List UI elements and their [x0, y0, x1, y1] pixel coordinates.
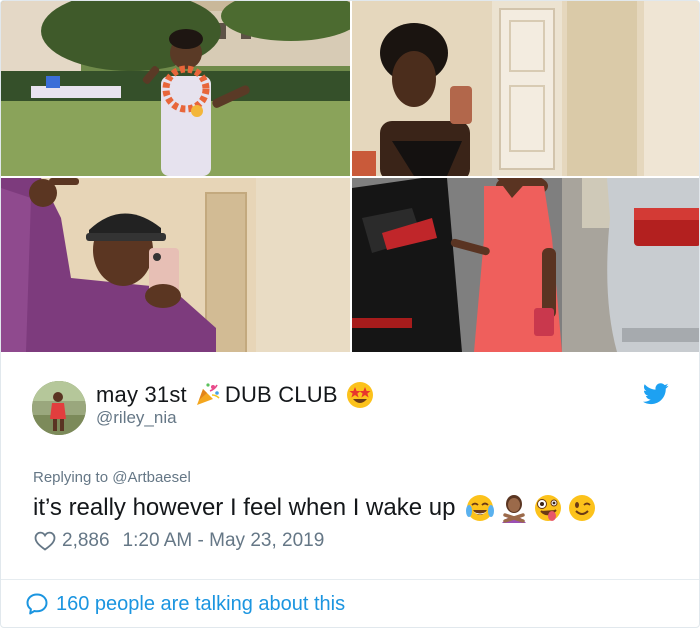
tweet-emoji-group [465, 493, 597, 523]
tweet-card: may 31st DUB CLUB @riley_nia Replying to… [0, 0, 700, 628]
like-count[interactable]: 2,886 [62, 530, 110, 552]
twitter-bird-icon[interactable] [643, 383, 669, 405]
display-name-part1: may 31st [96, 382, 187, 407]
photo-red-dress-cars[interactable] [352, 178, 699, 352]
photo-mirror-selfie-afro[interactable] [352, 1, 699, 176]
reply-mention-link[interactable]: @Artbaesel [112, 469, 191, 486]
tweet-text-content: it’s really however I feel when I wake u… [33, 494, 456, 521]
display-name-part2: DUB CLUB [224, 382, 338, 407]
zany-face-icon [533, 493, 563, 523]
tweet-meta: 2,886 1:20 AM - May 23, 2019 [34, 529, 324, 553]
star-struck-icon [346, 381, 374, 409]
display-name-row[interactable]: may 31st DUB CLUB [96, 380, 374, 410]
conversation-link[interactable]: 160 people are talking about this [25, 591, 345, 617]
reply-prefix: Replying to [33, 469, 109, 486]
tears-of-joy-icon [465, 493, 495, 523]
speech-bubble-icon [25, 592, 49, 616]
replying-to: Replying to @Artbaesel [33, 469, 191, 486]
tweet-text: it’s really however I feel when I wake u… [33, 489, 597, 527]
winking-face-icon [567, 493, 597, 523]
conversation-label[interactable]: 160 people are talking about this [56, 593, 345, 616]
photo-outdoor-lei[interactable] [1, 1, 350, 176]
heart-icon[interactable] [34, 531, 56, 551]
person-gesturing-no-icon [499, 493, 529, 523]
tweet-timestamp[interactable]: 1:20 AM - May 23, 2019 [123, 530, 325, 552]
photo-grid [1, 1, 699, 352]
user-handle[interactable]: @riley_nia [96, 408, 177, 428]
photo-mirror-selfie-cap[interactable] [1, 178, 350, 352]
party-popper-icon [193, 381, 221, 409]
avatar[interactable] [32, 381, 86, 435]
footer-divider [1, 579, 699, 580]
